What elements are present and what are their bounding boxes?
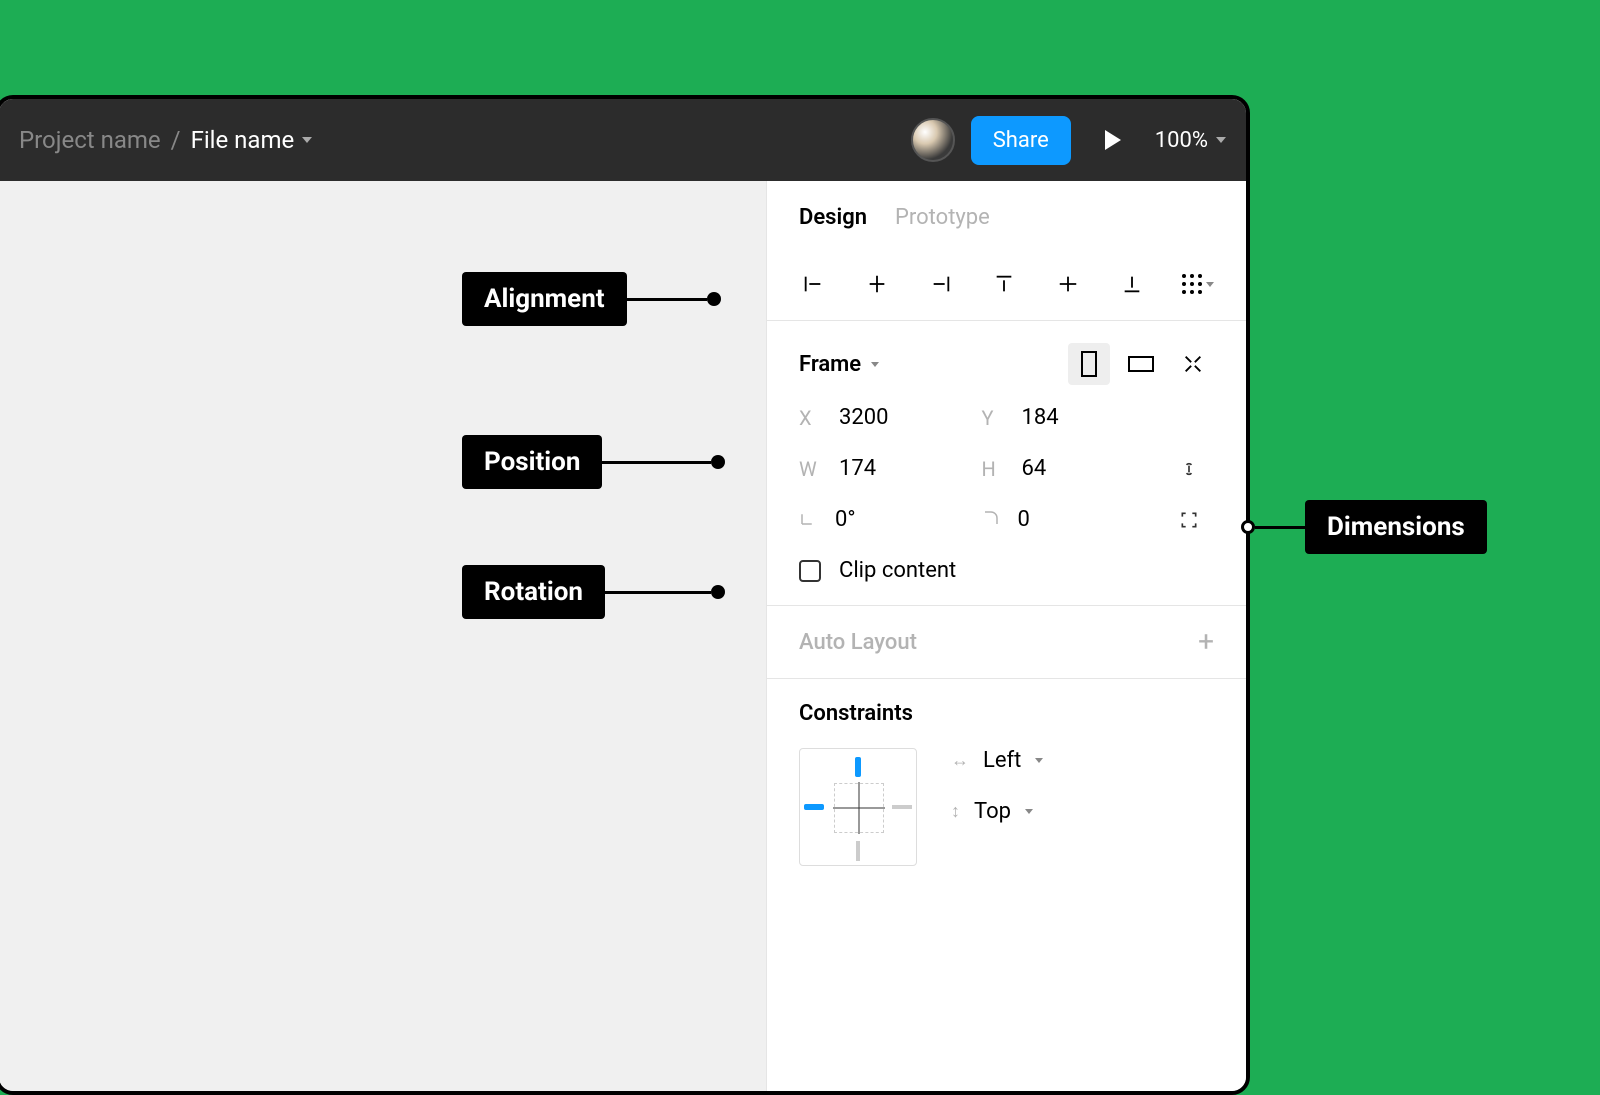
callout-position: Position: [462, 435, 725, 489]
callout-alignment: Alignment: [462, 272, 721, 326]
independent-corners-icon[interactable]: [1164, 510, 1214, 530]
horizontal-arrow-icon: ↔: [951, 750, 969, 771]
orientation-portrait-button[interactable]: [1068, 343, 1110, 385]
file-name[interactable]: File name: [191, 126, 313, 154]
frame-type-dropdown[interactable]: Frame: [799, 352, 879, 377]
project-name[interactable]: Project name: [19, 126, 161, 154]
constrain-proportions-icon[interactable]: [1164, 459, 1214, 479]
x-value: 3200: [839, 405, 888, 430]
panel-tabs: Design Prototype: [767, 181, 1246, 248]
breadcrumb: Project name / File name: [19, 126, 312, 154]
auto-layout-section: Auto Layout +: [767, 606, 1246, 679]
chevron-down-icon: [871, 362, 879, 367]
frame-label: Frame: [799, 352, 861, 377]
w-value: 174: [839, 456, 876, 481]
callout-dot: [711, 585, 725, 599]
design-panel: Design Prototype: [766, 181, 1246, 1091]
clip-content-label: Clip content: [839, 558, 956, 583]
align-bottom-icon[interactable]: [1118, 270, 1146, 298]
horizontal-constraint-value: Left: [983, 748, 1021, 773]
top-toolbar: Project name / File name Share 100%: [0, 99, 1246, 181]
align-vertical-center-icon[interactable]: [1054, 270, 1082, 298]
play-icon[interactable]: [1105, 130, 1121, 150]
w-label: W: [799, 457, 821, 481]
zoom-value: 100%: [1155, 128, 1208, 153]
chevron-down-icon: [1216, 137, 1226, 143]
callout-dot: [711, 455, 725, 469]
chevron-down-icon: [302, 137, 312, 143]
callout-dot: [1241, 520, 1255, 534]
rotation-value: 0°: [835, 507, 856, 532]
corner-radius-icon: [982, 509, 1000, 531]
corner-radius-input[interactable]: 0: [982, 507, 1165, 532]
x-label: X: [799, 406, 821, 430]
y-label: Y: [982, 406, 1004, 430]
share-button[interactable]: Share: [971, 116, 1071, 165]
callout-dot: [707, 292, 721, 306]
vertical-constraint-dropdown[interactable]: ↕ Top: [951, 799, 1043, 824]
height-input[interactable]: H 64: [982, 456, 1165, 481]
vertical-constraint-value: Top: [974, 799, 1011, 824]
align-top-icon[interactable]: [990, 270, 1018, 298]
callout-rotation: Rotation: [462, 565, 725, 619]
clip-content-checkbox[interactable]: [799, 560, 821, 582]
orientation-landscape-button[interactable]: [1120, 343, 1162, 385]
callout-label: Alignment: [462, 272, 627, 326]
radius-value: 0: [1018, 507, 1030, 532]
y-input[interactable]: Y 184: [982, 405, 1165, 430]
auto-layout-label: Auto Layout: [799, 630, 917, 655]
chevron-down-icon: [1035, 758, 1043, 763]
zoom-dropdown[interactable]: 100%: [1155, 128, 1226, 153]
file-name-label: File name: [191, 126, 295, 154]
add-auto-layout-button[interactable]: +: [1198, 628, 1214, 656]
align-horizontal-center-icon[interactable]: [863, 270, 891, 298]
chevron-down-icon: [1025, 809, 1033, 814]
constraints-section: Constraints ↔ Left: [767, 679, 1246, 888]
chevron-down-icon: [1206, 282, 1214, 287]
x-input[interactable]: X 3200: [799, 405, 982, 430]
rotation-input[interactable]: 0°: [799, 507, 982, 532]
tidy-icon: [1182, 274, 1202, 294]
width-input[interactable]: W 174: [799, 456, 982, 481]
h-label: H: [982, 457, 1004, 481]
breadcrumb-separator: /: [171, 126, 181, 154]
align-right-icon[interactable]: [927, 270, 955, 298]
callout-label: Rotation: [462, 565, 605, 619]
frame-section: Frame X 3200: [767, 321, 1246, 606]
tab-design[interactable]: Design: [799, 205, 867, 230]
callout-label: Dimensions: [1305, 500, 1487, 554]
constraints-title: Constraints: [799, 701, 1214, 726]
callout-dimensions: Dimensions: [1241, 500, 1487, 554]
h-value: 64: [1022, 456, 1047, 481]
vertical-arrow-icon: ↕: [951, 801, 960, 822]
alignment-section: [767, 248, 1246, 321]
angle-icon: [799, 509, 817, 531]
resize-to-fit-icon[interactable]: [1172, 343, 1214, 385]
horizontal-constraint-dropdown[interactable]: ↔ Left: [951, 748, 1043, 773]
distribute-menu[interactable]: [1182, 274, 1214, 294]
constraints-widget[interactable]: [799, 748, 917, 866]
align-left-icon[interactable]: [799, 270, 827, 298]
avatar[interactable]: [911, 118, 955, 162]
y-value: 184: [1022, 405, 1059, 430]
callout-label: Position: [462, 435, 602, 489]
tab-prototype[interactable]: Prototype: [895, 205, 990, 230]
